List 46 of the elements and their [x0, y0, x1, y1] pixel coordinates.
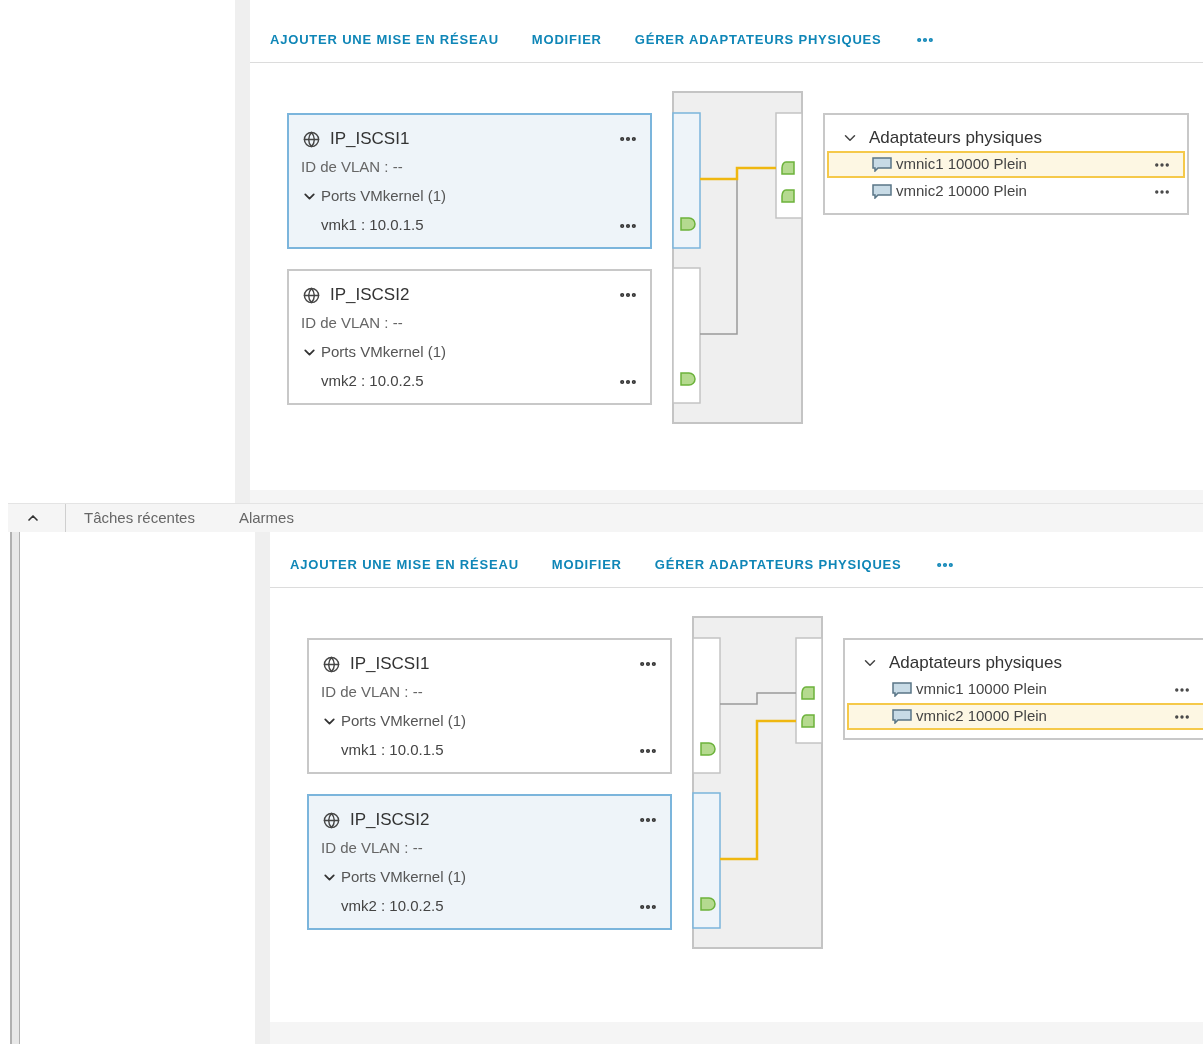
- adapter-row[interactable]: vmnic2 10000 Plein: [827, 178, 1185, 205]
- vmkernel-ports-label: Ports VMkernel (1): [341, 867, 467, 888]
- adapter-label: vmnic2 10000 Plein: [896, 181, 1027, 202]
- adapter-icon: [892, 682, 912, 697]
- globe-icon: [323, 655, 340, 673]
- vmkernel-ports-label: Ports VMkernel (1): [321, 186, 447, 207]
- bottom-tab[interactable]: Tâches récentes: [84, 506, 195, 530]
- port-group-card[interactable]: IP_ISCSI1 ID de VLAN : -- Ports VMkernel (1) vmk1 : 10.0.1.5: [287, 113, 652, 249]
- adapter-label: vmnic1 10000 Plein: [896, 154, 1027, 175]
- vmkernel-port-label: vmk1 : 10.0.1.5: [341, 740, 444, 761]
- vmkernel-port-label: vmk1 : 10.0.1.5: [321, 215, 424, 236]
- adapter-label: vmnic1 10000 Plein: [916, 679, 1047, 700]
- adapter-label: vmnic2 10000 Plein: [916, 706, 1047, 727]
- adapter-icon: [892, 709, 912, 724]
- globe-icon: [303, 286, 320, 304]
- adapter-row[interactable]: vmnic2 10000 Plein: [847, 703, 1203, 730]
- vlan-label: ID de VLAN : --: [321, 682, 423, 703]
- port-group-title: IP_ISCSI1: [330, 128, 410, 151]
- port-group-card[interactable]: IP_ISCSI2 ID de VLAN : -- Ports VMkernel (1) vmk2 : 10.0.2.5: [307, 794, 672, 930]
- vlan-label: ID de VLAN : --: [321, 838, 423, 859]
- toolbar-link[interactable]: GÉRER ADAPTATEURS PHYSIQUES: [634, 30, 882, 50]
- adapters-title: Adaptateurs physiques: [889, 652, 1062, 675]
- adapters-title: Adaptateurs physiques: [869, 127, 1042, 150]
- vlan-label: ID de VLAN : --: [301, 157, 403, 178]
- port-group-title: IP_ISCSI2: [350, 809, 430, 832]
- toolbar-link[interactable]: MODIFIER: [551, 555, 622, 575]
- toolbar-link[interactable]: AJOUTER UNE MISE EN RÉSEAU: [270, 30, 499, 50]
- adapter-row[interactable]: vmnic1 10000 Plein: [847, 676, 1203, 703]
- adapter-icon: [872, 157, 892, 172]
- vmkernel-port-label: vmk2 : 10.0.2.5: [341, 896, 444, 917]
- toolbar-link[interactable]: MODIFIER: [531, 30, 602, 50]
- bottom-tab[interactable]: Alarmes: [238, 506, 294, 530]
- vmkernel-ports-label: Ports VMkernel (1): [341, 711, 467, 732]
- adapter-row[interactable]: vmnic1 10000 Plein: [827, 151, 1185, 178]
- toolbar-link[interactable]: AJOUTER UNE MISE EN RÉSEAU: [290, 555, 519, 575]
- vlan-label: ID de VLAN : --: [301, 313, 403, 334]
- globe-icon: [323, 811, 340, 829]
- globe-icon: [303, 130, 320, 148]
- port-group-card[interactable]: IP_ISCSI1 ID de VLAN : -- Ports VMkernel (1) vmk1 : 10.0.1.5: [307, 638, 672, 774]
- port-group-title: IP_ISCSI1: [350, 653, 430, 676]
- vmkernel-port-label: vmk2 : 10.0.2.5: [321, 371, 424, 392]
- port-group-card[interactable]: IP_ISCSI2 ID de VLAN : -- Ports VMkernel (1) vmk2 : 10.0.2.5: [287, 269, 652, 405]
- toolbar-link[interactable]: GÉRER ADAPTATEURS PHYSIQUES: [654, 555, 902, 575]
- vmkernel-ports-label: Ports VMkernel (1): [321, 342, 447, 363]
- port-group-title: IP_ISCSI2: [330, 284, 410, 307]
- adapter-icon: [872, 184, 892, 199]
